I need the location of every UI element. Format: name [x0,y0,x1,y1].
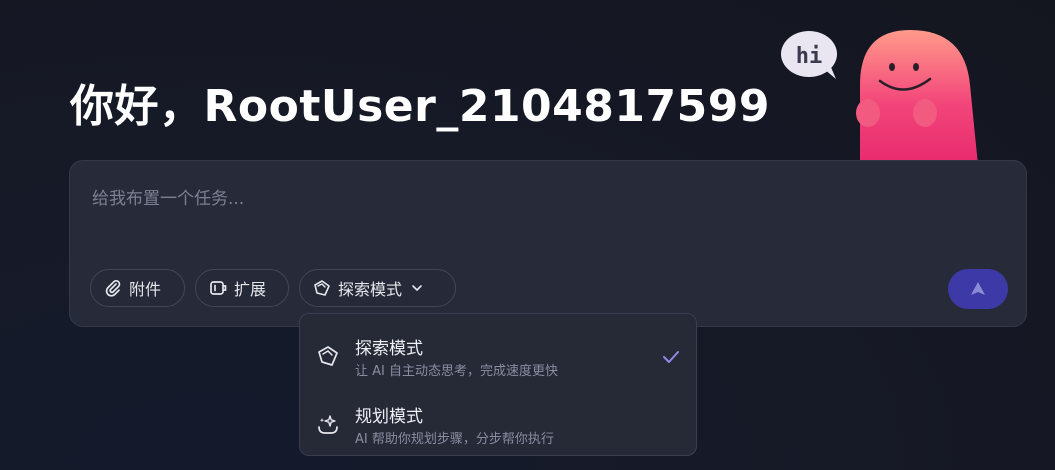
check-icon [660,346,682,368]
task-input[interactable] [90,183,994,215]
task-input-card: 附件 扩展 探索模式 [69,160,1027,327]
chevron-down-icon [410,281,424,295]
mode-label: 探索模式 [338,280,403,299]
plan-icon [316,412,340,436]
mascot-illustration: hi [781,30,978,165]
mode-option-description: 让 AI 自主动态思考，完成速度更快 [355,364,558,379]
explore-icon [312,278,332,298]
extend-label: 扩展 [234,280,267,299]
attach-label: 附件 [129,280,162,299]
send-arrow-icon [971,282,985,295]
mode-option-title: 探索模式 [355,339,423,359]
explore-icon [316,344,340,368]
extend-button[interactable]: 扩展 [195,269,289,307]
extension-icon [208,278,228,298]
mode-option-plan[interactable]: 规划模式 AI 帮助你规划步骤，分步帮你执行 [300,396,696,456]
mode-option-description: AI 帮助你规划步骤，分步帮你执行 [355,432,554,447]
mode-selector[interactable]: 探索模式 [299,269,456,307]
mode-option-title: 规划模式 [355,407,423,427]
attach-button[interactable]: 附件 [90,269,185,307]
paperclip-icon [103,278,123,298]
mascot-bubble-text: hi [796,44,823,69]
mascot: hi [780,25,990,165]
mode-option-explore[interactable]: 探索模式 让 AI 自主动态思考，完成速度更快 [300,328,696,388]
send-button[interactable] [948,269,1008,309]
greeting-title: 你好，RootUser_2104817599 [70,81,770,132]
mode-dropdown: 探索模式 让 AI 自主动态思考，完成速度更快 规划模式 AI 帮助你规划步骤，… [299,313,697,456]
